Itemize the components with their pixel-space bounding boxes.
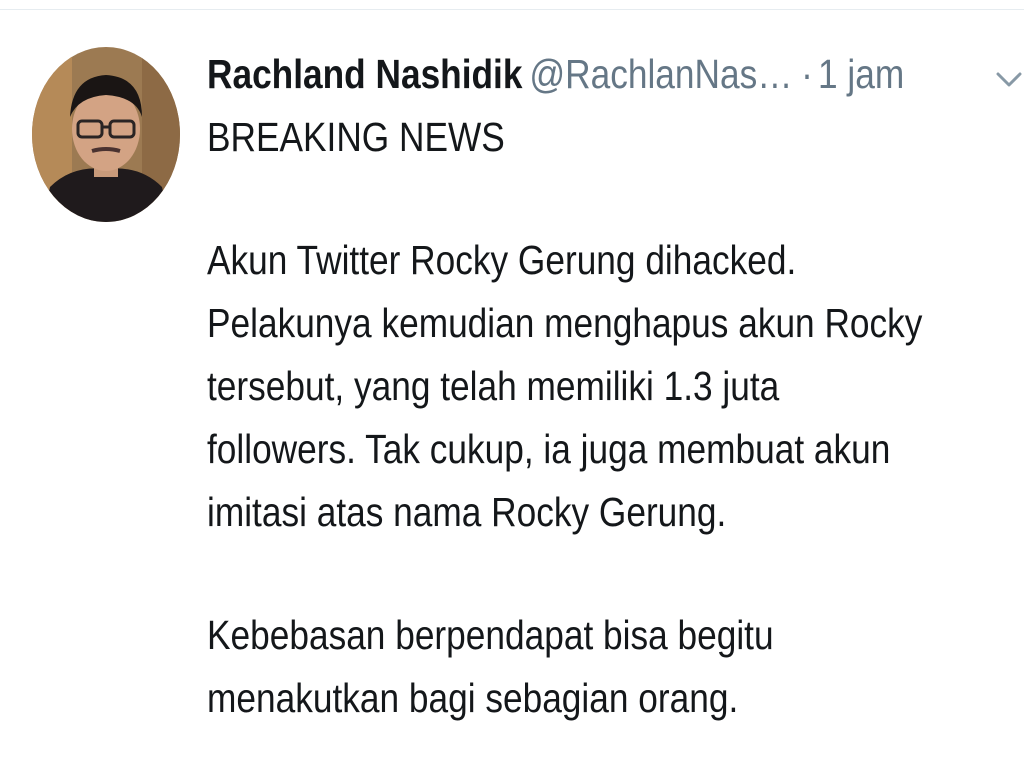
separator-dot: · xyxy=(801,51,813,97)
tweet-timestamp[interactable]: 1 jam xyxy=(818,51,904,97)
tweet-line: followers. Tak cukup, ia juga membuat ak… xyxy=(207,426,891,472)
top-divider xyxy=(0,0,1024,10)
avatar-photo-icon xyxy=(32,47,180,222)
author-handle[interactable]: @RachlanNas… xyxy=(529,51,792,97)
tweet-line: menakutkan bagi sebagian orang. xyxy=(207,675,739,721)
tweet[interactable]: Rachland Nashidik @RachlanNas… · 1 jam BREA… xyxy=(0,10,1024,768)
tweet-line: tersebut, yang telah memiliki 1.3 juta xyxy=(207,363,780,409)
chevron-down-icon xyxy=(996,72,1022,87)
author-avatar[interactable] xyxy=(32,47,180,222)
author-name[interactable]: Rachland Nashidik xyxy=(207,51,522,97)
tweet-text: BREAKING NEWS Akun Twitter Rocky Gerung … xyxy=(207,106,1015,730)
tweet-line: imitasi atas nama Rocky Gerung. xyxy=(207,489,727,535)
tweet-line: Akun Twitter Rocky Gerung dihacked. xyxy=(207,237,797,283)
tweet-header: Rachland Nashidik @RachlanNas… · 1 jam xyxy=(207,48,910,100)
more-options-button[interactable] xyxy=(995,70,1023,90)
tweet-line: Kebebasan berpendapat bisa begitu xyxy=(207,612,774,658)
tweet-headline: BREAKING NEWS xyxy=(207,114,505,160)
tweet-line: Pelakunya kemudian menghapus akun Rocky xyxy=(207,300,923,346)
